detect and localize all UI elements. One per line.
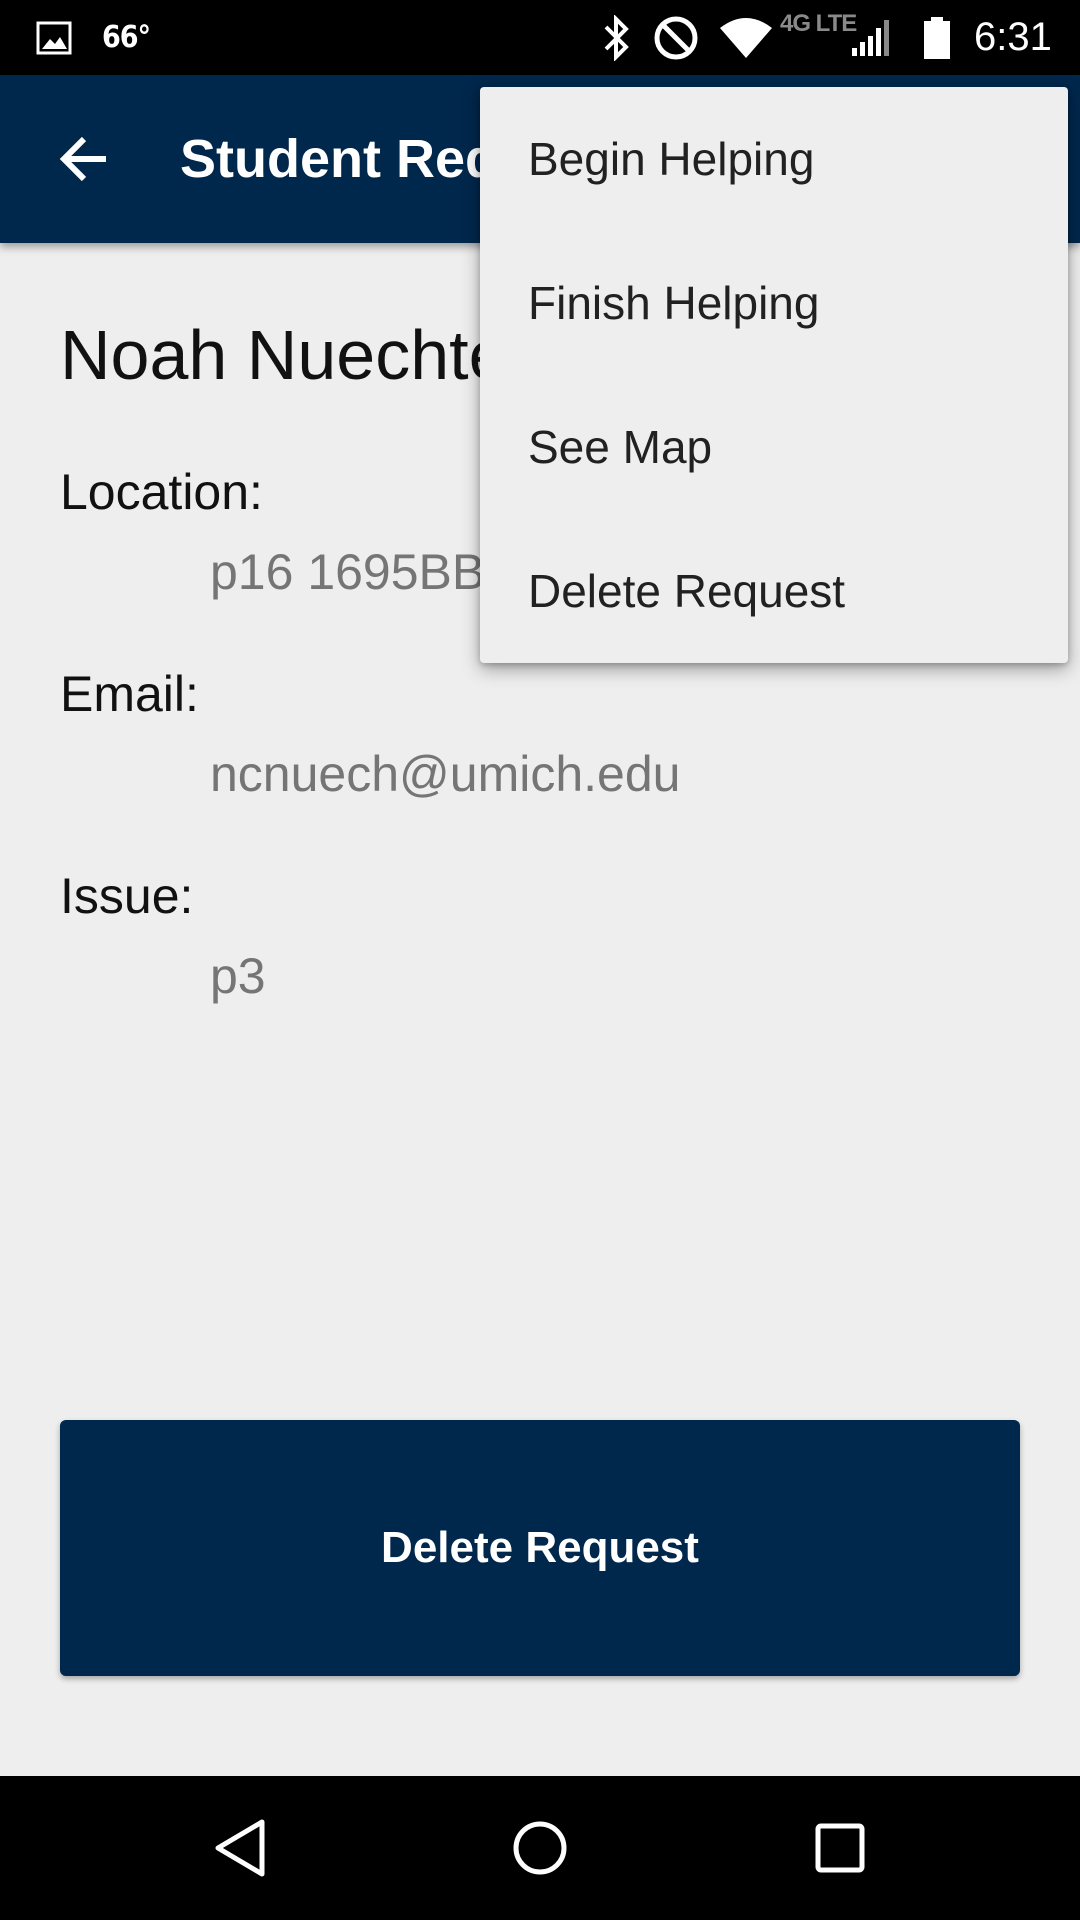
nav-back-button[interactable]: [190, 1798, 290, 1898]
battery-icon: [922, 0, 952, 75]
home-circle-icon: [513, 1821, 567, 1875]
back-triangle-icon: [215, 1819, 265, 1877]
issue-label: Issue:: [60, 868, 194, 924]
nav-home-button[interactable]: [490, 1798, 590, 1898]
nav-recents-button[interactable]: [790, 1798, 890, 1898]
clock-text: 6:31: [974, 15, 1052, 59]
status-bar: 66° 4G LTE 6:31: [0, 0, 1080, 75]
do-not-disturb-icon: [652, 0, 700, 75]
arrow-back-icon: [59, 136, 106, 182]
overflow-menu: Begin Helping Finish Helping See Map Del…: [480, 87, 1068, 663]
issue-value: p3: [210, 948, 266, 1004]
bluetooth-icon: [598, 0, 634, 75]
menu-item-see-map[interactable]: See Map: [480, 375, 1068, 519]
location-label: Location:: [60, 464, 263, 520]
wifi-icon: [718, 0, 774, 75]
recents-square-icon: [815, 1823, 865, 1873]
location-value: p16 1695BBB: [210, 544, 519, 600]
menu-item-begin-helping[interactable]: Begin Helping: [480, 87, 1068, 231]
delete-request-button[interactable]: Delete Request: [60, 1420, 1020, 1676]
navigation-bar: [0, 1776, 1080, 1920]
email-label: Email:: [60, 666, 199, 722]
temperature-text: 66°: [102, 20, 151, 55]
screen: 66° 4G LTE 6:31 Student Request Noah Nue…: [0, 0, 1080, 1920]
network-type-text: 4G LTE: [780, 9, 857, 37]
menu-item-finish-helping[interactable]: Finish Helping: [480, 231, 1068, 375]
image-icon: [36, 0, 72, 75]
menu-item-delete-request[interactable]: Delete Request: [480, 519, 1068, 663]
signal-icon: [850, 0, 890, 75]
email-value: ncnuech@umich.edu: [210, 746, 681, 802]
back-button[interactable]: [40, 115, 128, 203]
